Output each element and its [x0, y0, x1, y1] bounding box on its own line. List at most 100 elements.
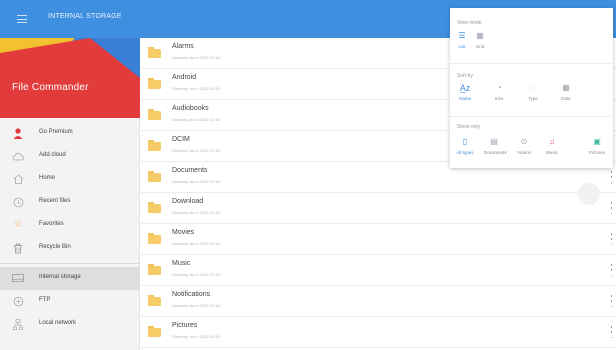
more-options-icon[interactable]: [610, 202, 613, 214]
sort-type-option[interactable]: ◌ Type: [523, 82, 543, 102]
filter-documents-option[interactable]: ▤ Documents: [484, 136, 507, 156]
all-files-icon: ▯: [462, 137, 468, 146]
star-icon: ☆: [13, 219, 23, 230]
calendar-icon: ▦: [562, 83, 570, 92]
file-meta: Directory Jun 4 2022 21:16: [172, 55, 221, 60]
list-item[interactable]: Music Directory Jun 4 2022 21:16: [141, 255, 616, 286]
list-view-icon: ☰: [458, 31, 466, 40]
sidebar-item-ftp[interactable]: FTP: [0, 290, 140, 313]
option-label: Date: [561, 96, 571, 101]
sort-az-icon: A̲z: [459, 82, 471, 93]
sidebar-item-label: Recycle Bin: [39, 244, 71, 250]
sidebar-item-recent-files[interactable]: Recent files: [0, 191, 140, 214]
sidebar-item-label: Local network: [39, 320, 77, 326]
sort-by-title: Sort by: [457, 73, 473, 79]
list-item[interactable]: Download Directory Jun 4 2022 21:16: [141, 193, 616, 224]
show-only-title: Show only: [457, 124, 481, 130]
navigation-drawer: File Commander Go Premium Add cloud Home…: [0, 38, 140, 350]
list-item[interactable]: Notifications Directory Jun 4 2022 21:16: [141, 286, 616, 317]
sidebar-item-label: Recent files: [39, 198, 71, 204]
option-label: Videos: [517, 150, 531, 155]
grid-view-icon: ▦: [476, 31, 484, 40]
cloud-icon: [12, 150, 24, 162]
sidebar-item-add-cloud[interactable]: Add cloud: [0, 145, 140, 168]
floating-action-button[interactable]: [578, 183, 600, 205]
file-name: Android: [172, 74, 197, 81]
view-mode-grid-option[interactable]: ▦ Grid: [470, 30, 490, 50]
panel-divider: [450, 116, 613, 117]
sidebar-item-label: Internal storage: [39, 274, 81, 280]
video-icon: ⊙: [520, 137, 528, 146]
folder-icon: [148, 326, 161, 337]
page-title: INTERNAL STORAGE: [48, 13, 122, 20]
folder-icon: [148, 264, 161, 275]
file-meta: Directory Jun 4 2022 21:16: [172, 272, 221, 277]
file-meta: Directory Jun 4 2022 21:16: [172, 148, 221, 153]
folder-icon: [148, 47, 161, 58]
pie-size-icon: ◔: [496, 83, 502, 92]
type-icon: ◌: [530, 83, 536, 92]
file-name: Pictures: [172, 322, 198, 329]
picture-icon: ▣: [593, 137, 601, 146]
sidebar-item-recycle-bin[interactable]: Recycle Bin: [0, 237, 140, 260]
option-label: Name: [458, 96, 471, 101]
sidebar-item-label: FTP: [39, 297, 51, 303]
more-options-icon[interactable]: [610, 171, 613, 183]
file-name: Audiobooks: [172, 105, 209, 112]
option-label: Documents: [484, 150, 507, 155]
music-icon: ♫: [549, 137, 555, 146]
more-options-icon[interactable]: [610, 295, 613, 307]
sort-size-option[interactable]: ◔ Size: [489, 82, 509, 102]
folder-icon: [148, 140, 161, 151]
sort-date-option[interactable]: ▦ Date: [556, 82, 576, 102]
view-mode-title: View mode: [457, 20, 482, 26]
folder-icon: [148, 202, 161, 213]
filter-pictures-option[interactable]: ▣ Pictures: [587, 136, 607, 156]
sidebar-divider: [0, 263, 140, 264]
document-icon: ▤: [490, 137, 498, 146]
home-icon: [12, 173, 24, 185]
view-mode-list-option[interactable]: ☰ List: [452, 30, 472, 50]
file-name: DCIM: [172, 136, 190, 143]
filter-all-types-option[interactable]: ▯ All types: [455, 136, 475, 156]
sidebar-item-internal-storage[interactable]: Internal storage: [0, 267, 140, 290]
list-item[interactable]: Pictures Directory Jun 4 2022 21:16: [141, 317, 616, 348]
sidebar-item-label: Go Premium: [39, 129, 73, 135]
sort-name-option[interactable]: A̲z Name: [455, 82, 475, 101]
more-options-icon[interactable]: [610, 326, 613, 338]
ftp-icon: [12, 295, 24, 307]
folder-icon: [148, 171, 161, 182]
more-options-icon[interactable]: [610, 233, 613, 245]
filter-music-option[interactable]: ♫ Music: [542, 136, 562, 156]
file-meta: Directory Jun 4 2022 21:16: [172, 179, 221, 184]
sidebar-item-label: Favorites: [39, 221, 64, 227]
sidebar-item-home[interactable]: Home: [0, 168, 140, 191]
option-label: Type: [528, 96, 538, 101]
sidebar-item-favorites[interactable]: ☆ Favorites: [0, 214, 140, 237]
sidebar-item-go-premium[interactable]: Go Premium: [0, 122, 140, 145]
list-item[interactable]: Movies Directory Jun 4 2022 21:16: [141, 224, 616, 255]
option-label: List: [458, 44, 466, 49]
file-meta: Directory Jun 4 2022 21:16: [172, 86, 221, 91]
file-name: Alarms: [172, 43, 194, 50]
folder-icon: [148, 109, 161, 120]
filter-videos-option[interactable]: ⊙ Videos: [514, 136, 534, 156]
network-icon: [12, 318, 24, 330]
folder-icon: [148, 78, 161, 89]
file-name: Movies: [172, 229, 195, 236]
file-meta: Directory Jun 4 2022 21:16: [172, 117, 221, 122]
sidebar-item-local-network[interactable]: Local network: [0, 313, 140, 336]
banner-logo-graphic: [0, 38, 140, 118]
file-name: Notifications: [172, 291, 211, 298]
clock-icon: [12, 196, 24, 208]
storage-icon: [12, 272, 24, 284]
app-name: File Commander: [12, 82, 89, 93]
hamburger-menu-icon[interactable]: [17, 15, 27, 23]
view-options-panel: View mode ☰ List ▦ Grid Sort by A̲z Name…: [450, 8, 613, 168]
panel-divider: [450, 63, 613, 64]
option-label: Pictures: [588, 150, 606, 155]
option-label: All types: [456, 150, 474, 155]
more-options-icon[interactable]: [610, 264, 613, 276]
folder-icon: [148, 295, 161, 306]
file-meta: Directory Jun 4 2022 21:16: [172, 241, 221, 246]
